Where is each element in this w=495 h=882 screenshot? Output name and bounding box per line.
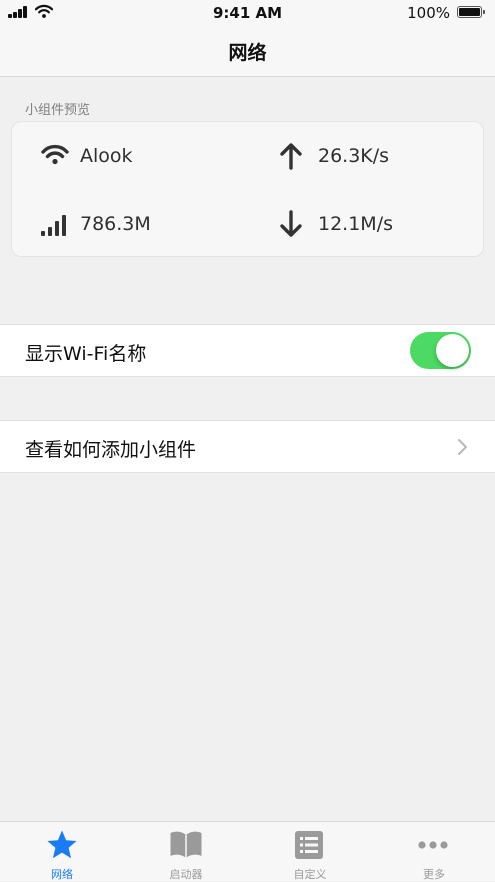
page-title: 网络 [228,42,267,64]
upload-arrow-icon [280,143,302,170]
how-to-add-widget-row[interactable]: 查看如何添加小组件 [0,420,495,473]
data-usage-metric: 786.3M [40,207,240,241]
download-speed-metric: 12.1M/s [278,207,468,241]
upload-speed-metric: 26.3K/s [278,139,468,173]
tab-network[interactable]: 网络 [0,822,124,882]
download-arrow-icon [280,210,302,237]
more-icon [418,841,448,849]
tab-label: 启动器 [169,868,203,881]
show-wifi-name-label: 显示Wi-Fi名称 [25,343,147,365]
download-speed-value: 12.1M/s [318,213,393,235]
chevron-right-icon [458,439,467,455]
status-bar: 9:41 AM 100% [0,0,495,26]
widget-preview-card: Alook 26.3K/s 786.3M 12.1M/s [11,121,484,257]
data-usage-value: 786.3M [80,213,151,235]
battery-percentage: 100% [407,4,450,22]
how-to-add-widget-label: 查看如何添加小组件 [25,439,197,461]
tab-customize[interactable]: 自定义 [248,822,372,882]
tab-label: 自定义 [293,868,327,881]
star-icon [47,830,77,859]
wifi-name-metric: Alook [40,139,240,173]
tab-bar: 网络 启动器 自定义 更多 [0,821,495,881]
book-icon [170,831,202,858]
upload-speed-value: 26.3K/s [318,145,390,167]
tab-label: 网络 [51,868,73,881]
toggle-knob [436,334,469,367]
navigation-bar: 网络 [0,26,495,77]
tab-launcher[interactable]: 启动器 [124,822,248,882]
wifi-name-value: Alook [80,145,133,167]
widget-preview-header: 小组件预览 [25,103,91,118]
list-icon [295,831,323,859]
show-wifi-name-row: 显示Wi-Fi名称 [0,324,495,377]
show-wifi-name-toggle[interactable] [410,332,471,369]
cellular-signal-bars-icon [41,215,66,236]
tab-more[interactable]: 更多 [372,822,495,882]
tab-label: 更多 [423,868,445,881]
battery-icon [457,6,485,18]
wifi-icon [41,144,69,165]
